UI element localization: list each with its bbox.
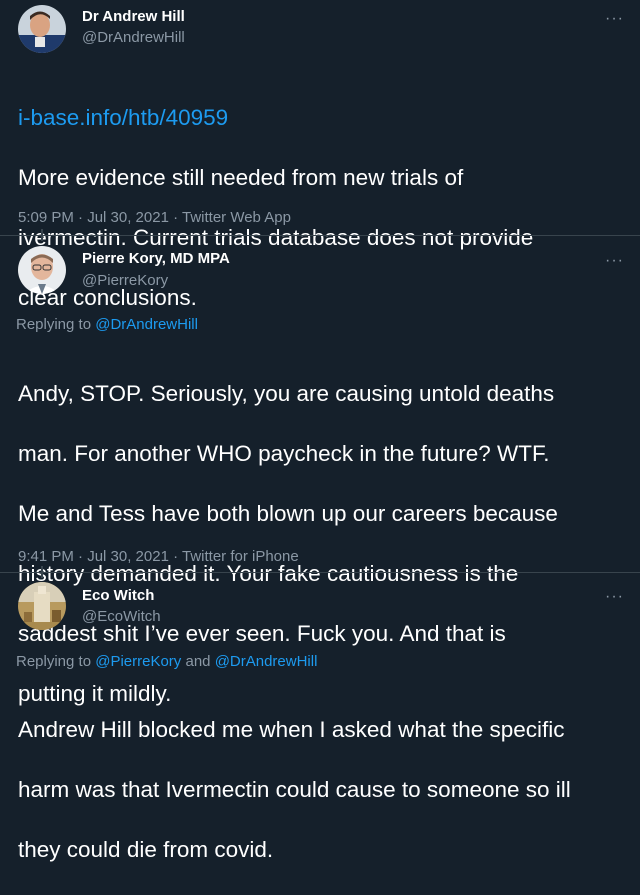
avatar-pierre-kory[interactable] bbox=[18, 246, 66, 294]
tweet-text-line: man. For another WHO paycheck in the fut… bbox=[18, 441, 550, 466]
avatar-image bbox=[18, 582, 66, 630]
replying-to: Replying to @DrAndrewHill bbox=[16, 316, 198, 333]
username-handle[interactable]: @DrAndrewHill bbox=[82, 29, 185, 46]
more-options-icon[interactable]: ··· bbox=[605, 11, 624, 27]
tweet-andrew-hill[interactable]: Dr Andrew Hill @DrAndrewHill ··· i-base.… bbox=[0, 0, 640, 310]
mention-link[interactable]: @PierreKory bbox=[95, 653, 181, 670]
tweet-text: Andrew Hill blocked me when I asked what… bbox=[18, 685, 630, 895]
tweet-timestamp[interactable]: 5:09 PM · Jul 30, 2021 · Twitter Web App bbox=[18, 209, 291, 226]
mention-link[interactable]: @DrAndrewHill bbox=[95, 316, 198, 333]
avatar-image bbox=[18, 246, 66, 294]
display-name[interactable]: Eco Witch bbox=[82, 587, 154, 604]
replying-to-label: Replying to bbox=[16, 316, 96, 333]
avatar-image bbox=[18, 5, 66, 53]
more-options-icon[interactable]: ··· bbox=[605, 253, 624, 269]
tweet-text-line: they could die from covid. bbox=[18, 837, 274, 862]
mention-link[interactable]: @DrAndrewHill bbox=[215, 653, 318, 670]
replying-to: Replying to @PierreKory and @DrAndrewHil… bbox=[16, 653, 317, 670]
tweet-text-line: More evidence still needed from new tria… bbox=[18, 165, 464, 190]
username-handle[interactable]: @PierreKory bbox=[82, 272, 168, 289]
avatar-andrew-hill[interactable] bbox=[18, 5, 66, 53]
tweet-text-line: Me and Tess have both blown up our caree… bbox=[18, 501, 558, 526]
replying-to-join: and bbox=[181, 653, 215, 670]
tweet-text-line: Andrew Hill blocked me when I asked what… bbox=[18, 717, 565, 742]
more-options-icon[interactable]: ··· bbox=[605, 589, 624, 605]
avatar-eco-witch[interactable] bbox=[18, 582, 66, 630]
tweet-link[interactable]: i-base.info/htb/40959 bbox=[18, 103, 630, 133]
tweet-timestamp[interactable]: 9:41 PM · Jul 30, 2021 · Twitter for iPh… bbox=[18, 548, 299, 565]
display-name[interactable]: Dr Andrew Hill bbox=[82, 8, 185, 25]
tweet-text-line: harm was that Ivermectin could cause to … bbox=[18, 777, 571, 802]
tweet-eco-witch[interactable]: Eco Witch @EcoWitch ··· Replying to @Pie… bbox=[0, 573, 640, 862]
username-handle[interactable]: @EcoWitch bbox=[82, 608, 161, 625]
tweet-text-line: Andy, STOP. Seriously, you are causing u… bbox=[18, 381, 555, 406]
tweet-pierre-kory[interactable]: Pierre Kory, MD MPA @PierreKory ··· Repl… bbox=[0, 236, 640, 706]
display-name[interactable]: Pierre Kory, MD MPA bbox=[82, 250, 230, 267]
replying-to-label: Replying to bbox=[16, 653, 96, 670]
